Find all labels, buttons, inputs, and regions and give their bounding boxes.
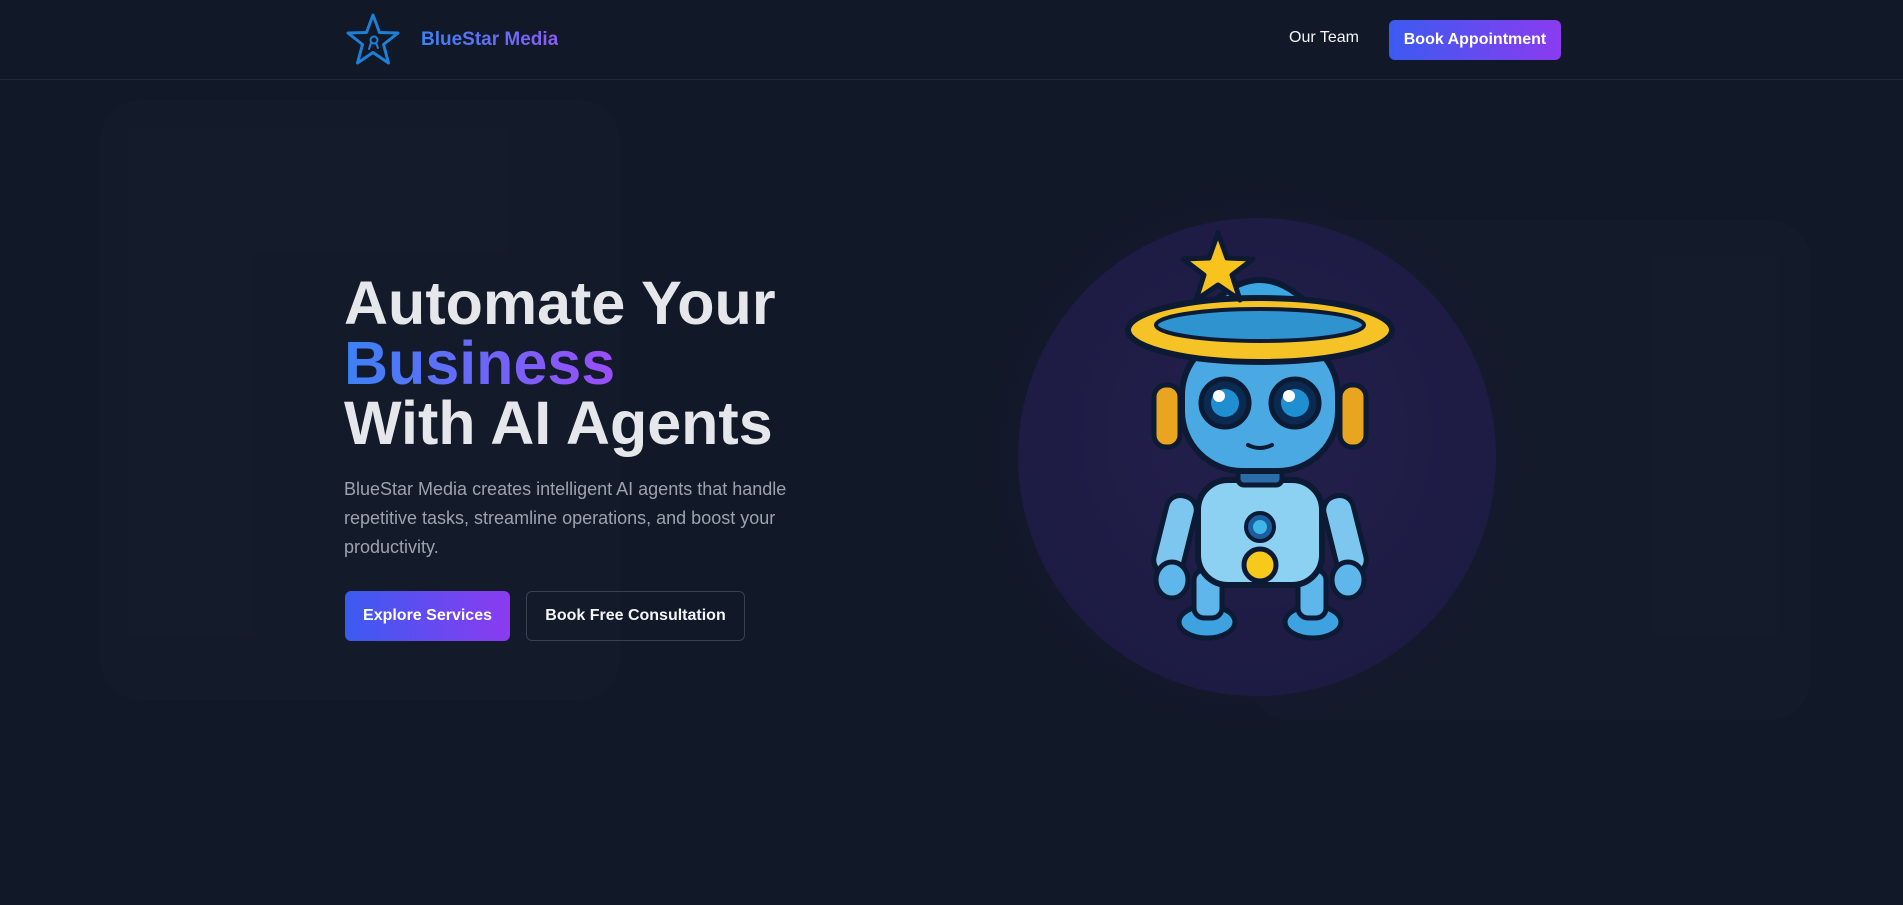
hero-title: Automate Your Business With AI Agents bbox=[344, 269, 864, 457]
landing-page: BlueStar Media Our Team Book Appointment… bbox=[0, 0, 1903, 905]
hero-description: BlueStar Media creates intelligent AI ag… bbox=[344, 479, 787, 557]
book-appointment-button[interactable]: Book Appointment bbox=[1389, 20, 1561, 60]
brand[interactable]: BlueStar Media bbox=[345, 12, 558, 68]
explore-services-button[interactable]: Explore Services bbox=[345, 591, 510, 641]
hero-title-line1: Automate Your bbox=[344, 269, 776, 337]
hero-title-accent: Business bbox=[344, 329, 616, 397]
brand-name: BlueStar Media bbox=[421, 29, 559, 50]
nav-link-our-team[interactable]: Our Team bbox=[1289, 29, 1359, 47]
robot-mascot-illustration bbox=[1125, 230, 1395, 641]
star-logo-icon bbox=[346, 13, 400, 65]
book-consultation-button[interactable]: Book Free Consultation bbox=[526, 591, 745, 641]
hero-title-line3: With AI Agents bbox=[344, 389, 773, 457]
top-nav: BlueStar Media Our Team Book Appointment bbox=[0, 0, 1903, 80]
